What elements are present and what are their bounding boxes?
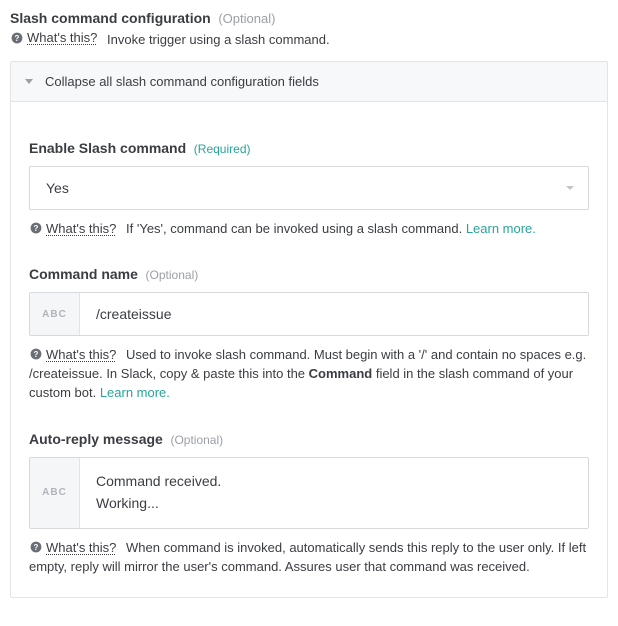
command-name-field: Command name (Optional) ABC ? What's thi… bbox=[29, 266, 589, 403]
field-label-row: Auto-reply message (Optional) bbox=[29, 431, 589, 447]
command-name-label: Command name bbox=[29, 266, 138, 282]
required-tag: (Required) bbox=[194, 142, 251, 156]
panel-body: Enable Slash command (Required) Yes ? Wh… bbox=[11, 102, 607, 597]
section-header: Slash command configuration (Optional) ?… bbox=[10, 8, 608, 51]
auto-reply-input-wrap: ABC bbox=[29, 457, 589, 529]
question-circle-icon: ? bbox=[10, 31, 23, 44]
enable-label: Enable Slash command bbox=[29, 140, 186, 156]
auto-reply-field: Auto-reply message (Optional) ABC ? What… bbox=[29, 431, 589, 577]
auto-reply-help-row: ? What's this? When command is invoked, … bbox=[29, 539, 589, 577]
learn-more-link[interactable]: Learn more. bbox=[466, 221, 536, 236]
whats-this-link[interactable]: What's this? bbox=[27, 30, 97, 45]
auto-reply-textarea[interactable] bbox=[80, 458, 588, 528]
field-label-row: Command name (Optional) bbox=[29, 266, 589, 282]
whats-this-link[interactable]: What's this? bbox=[46, 347, 116, 362]
collapse-all-label: Collapse all slash command configuration… bbox=[45, 74, 319, 89]
svg-text:?: ? bbox=[33, 224, 38, 233]
whats-this-link[interactable]: What's this? bbox=[46, 540, 116, 555]
command-name-input[interactable] bbox=[80, 293, 588, 335]
enable-slash-field: Enable Slash command (Required) Yes ? Wh… bbox=[29, 140, 589, 239]
learn-more-link[interactable]: Learn more. bbox=[100, 385, 170, 400]
question-circle-icon: ? bbox=[29, 540, 42, 553]
chevron-down-icon bbox=[566, 186, 574, 190]
section-help-text: Invoke trigger using a slash command. bbox=[107, 32, 330, 47]
collapse-all-header[interactable]: Collapse all slash command configuration… bbox=[11, 62, 607, 102]
field-label-row: Enable Slash command (Required) bbox=[29, 140, 589, 156]
command-name-help-row: ? What's this? Used to invoke slash comm… bbox=[29, 346, 589, 403]
enable-help-row: ? What's this? If 'Yes', command can be … bbox=[29, 220, 589, 239]
optional-tag: (Optional) bbox=[218, 11, 275, 26]
question-circle-icon: ? bbox=[29, 348, 42, 361]
section-title: Slash command configuration bbox=[10, 10, 211, 26]
help-inline: ? What's this? bbox=[10, 30, 97, 45]
svg-text:?: ? bbox=[14, 34, 19, 43]
enable-select-value: Yes bbox=[46, 180, 69, 196]
optional-tag: (Optional) bbox=[170, 433, 223, 447]
svg-text:?: ? bbox=[33, 543, 38, 552]
whats-this-link[interactable]: What's this? bbox=[46, 221, 116, 236]
text-type-icon: ABC bbox=[30, 458, 80, 528]
auto-reply-label: Auto-reply message bbox=[29, 431, 163, 447]
question-circle-icon: ? bbox=[29, 221, 42, 234]
section-help-row: ? What's this? Invoke trigger using a sl… bbox=[10, 30, 608, 47]
config-panel: Collapse all slash command configuration… bbox=[10, 61, 608, 598]
text-type-icon: ABC bbox=[30, 293, 80, 335]
command-name-input-wrap: ABC bbox=[29, 292, 589, 336]
enable-help-text: If 'Yes', command can be invoked using a… bbox=[126, 221, 536, 236]
optional-tag: (Optional) bbox=[146, 268, 199, 282]
enable-select[interactable]: Yes bbox=[29, 166, 589, 210]
chevron-down-icon bbox=[25, 79, 33, 84]
svg-text:?: ? bbox=[33, 350, 38, 359]
